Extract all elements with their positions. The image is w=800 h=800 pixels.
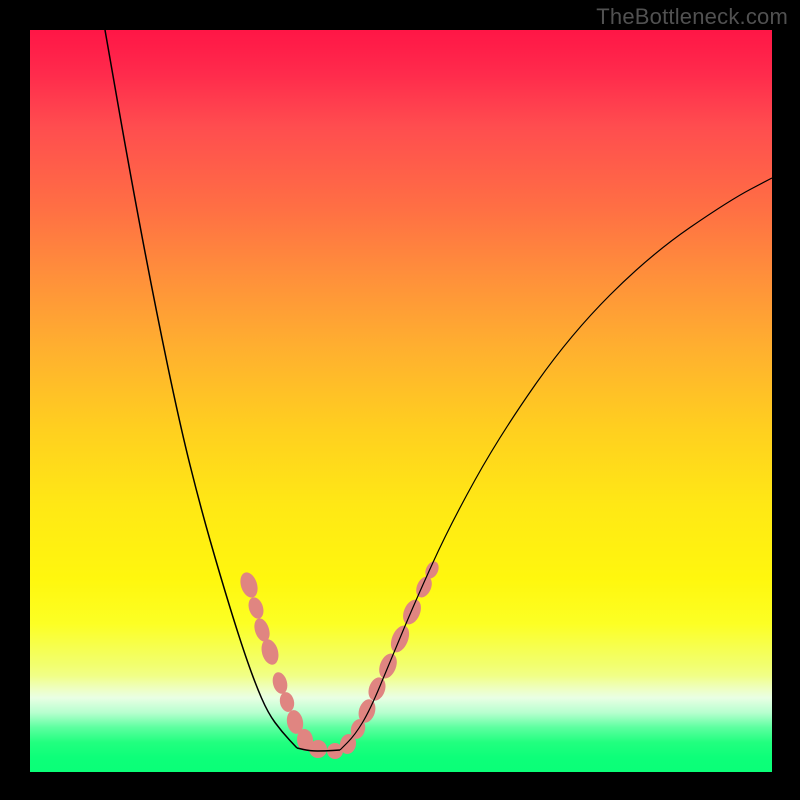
bead [270,671,289,696]
chart-frame: TheBottleneck.com [0,0,800,800]
plot-area [30,30,772,772]
bead [309,740,327,758]
curve-svg [30,30,772,772]
bead [259,637,282,666]
watermark-text: TheBottleneck.com [596,4,788,30]
bead [278,691,296,714]
bead [366,675,389,703]
beads-group [237,559,441,759]
curve-right [340,178,772,750]
bead [246,595,266,620]
bead [400,597,425,627]
bead [237,570,260,600]
